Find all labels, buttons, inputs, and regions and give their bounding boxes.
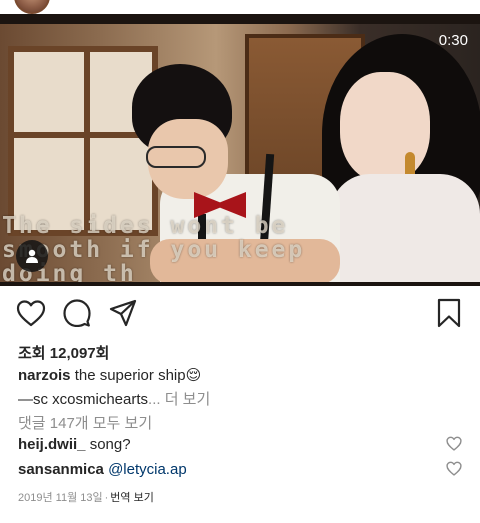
video-duration: 0:30: [438, 32, 468, 49]
video-frame: The sides wont be smooth if you keep doi…: [0, 24, 480, 282]
caption-line-2: —sc xcosmichearts... 더 보기: [18, 388, 210, 409]
bookmark-icon: [437, 298, 461, 328]
comment-row: sansanmica @letycia.ap: [18, 461, 187, 478]
post-footer: 2019년 11월 13일 · 번역 보기: [18, 489, 154, 505]
paper-plane-icon: [109, 299, 137, 327]
separator-dot: ·: [104, 492, 109, 504]
avatar[interactable]: [14, 0, 50, 14]
caption-line-1: narzois the superior ship😌: [18, 366, 201, 384]
caption-ellipsis: ...: [148, 391, 161, 408]
window-graphic: [8, 46, 158, 236]
caption-text: the superior ship: [74, 367, 186, 384]
person-icon: [26, 249, 38, 263]
heart-icon: [446, 461, 462, 476]
comment-icon: [63, 299, 91, 327]
post-date: 2019년 11월 13일: [18, 492, 103, 504]
comment-like-button[interactable]: [446, 436, 462, 452]
heart-icon: [446, 436, 462, 451]
action-bar: [0, 294, 480, 334]
view-all-comments-link[interactable]: 댓글 147개 모두 보기: [18, 412, 152, 433]
translate-link[interactable]: 번역 보기: [110, 492, 154, 504]
comment-button[interactable]: [62, 298, 92, 328]
comment-text: song?: [89, 436, 131, 453]
video-subtitle: The sides wont be smooth if you keep doi…: [2, 213, 306, 282]
comment-like-button[interactable]: [446, 461, 462, 477]
share-button[interactable]: [108, 298, 138, 328]
more-link[interactable]: 더 보기: [165, 391, 211, 408]
video-player[interactable]: The sides wont be smooth if you keep doi…: [0, 14, 480, 286]
top-strip: [0, 0, 480, 14]
save-button[interactable]: [434, 298, 464, 328]
tagged-people-button[interactable]: [16, 240, 48, 272]
caption-author[interactable]: narzois: [18, 367, 71, 384]
comment-author[interactable]: sansanmica: [18, 461, 104, 478]
caption-credit: —sc xcosmichearts: [18, 391, 149, 408]
caption-emoji: 😌: [185, 367, 202, 384]
heart-icon: [16, 300, 46, 327]
comment-mention[interactable]: @letycia.ap: [108, 461, 187, 478]
comment-author[interactable]: heij.dwii_: [18, 436, 86, 453]
view-count[interactable]: 조회 12,097회: [18, 342, 109, 363]
like-button[interactable]: [16, 298, 46, 328]
comment-row: heij.dwii_ song?: [18, 436, 131, 453]
